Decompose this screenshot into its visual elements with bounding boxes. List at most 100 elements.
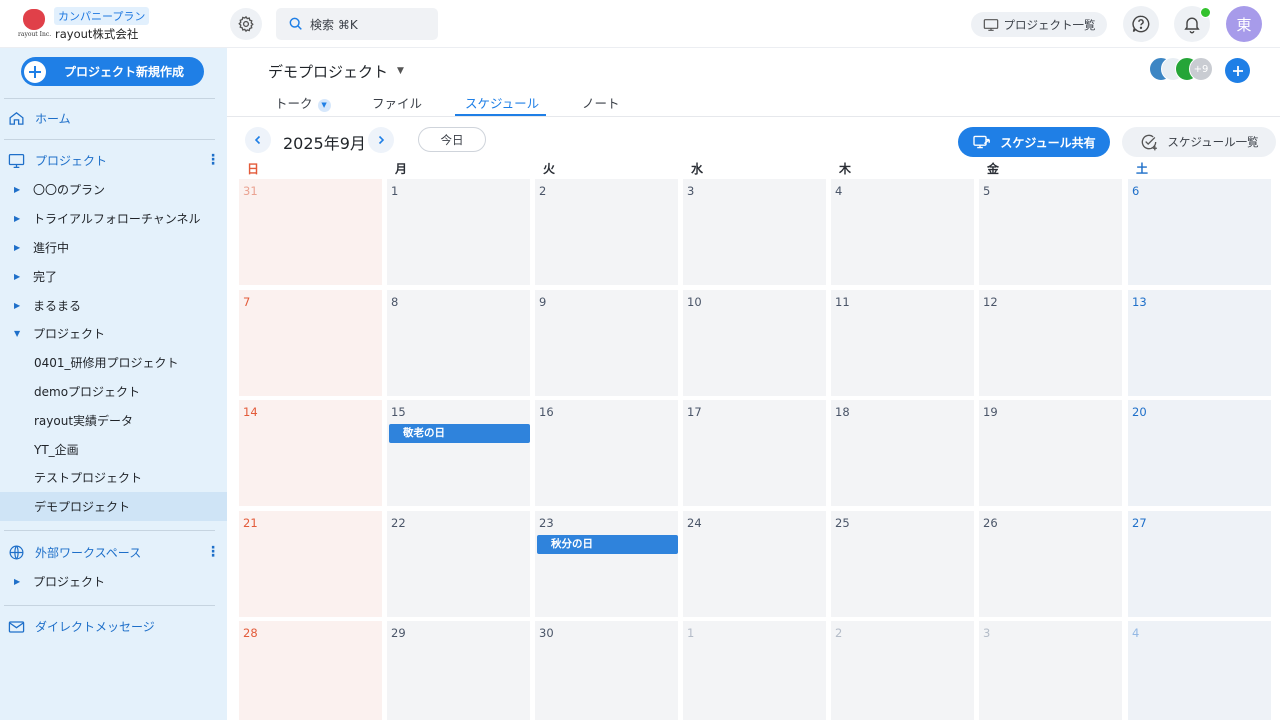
day-number: 4: [1132, 626, 1140, 640]
member-avatars[interactable]: +9: [1149, 57, 1213, 83]
day-number: 28: [243, 626, 258, 640]
project-list-button[interactable]: プロジェクト一覧: [971, 12, 1107, 37]
sidebar-project-item-selected[interactable]: デモプロジェクト: [0, 492, 227, 521]
sidebar-group[interactable]: ▶ まるまる: [0, 291, 227, 320]
sidebar-project-item[interactable]: テストプロジェクト: [0, 463, 227, 492]
new-project-label: プロジェクト新規作成: [64, 65, 185, 79]
calendar-day-cell[interactable]: 13: [1128, 290, 1271, 396]
day-number: 22: [391, 516, 406, 530]
sidebar-project-item[interactable]: 0401_研修用プロジェクト: [0, 348, 227, 377]
schedule-list-button[interactable]: スケジュール一覧: [1122, 127, 1276, 157]
sidebar-group[interactable]: ▶ 進行中: [0, 233, 227, 262]
kebab-menu-icon[interactable]: ⋮: [206, 153, 220, 167]
sidebar-project-item[interactable]: YT_企画: [0, 435, 227, 464]
calendar-day-cell[interactable]: 3: [683, 179, 826, 285]
calendar-day-cell[interactable]: 23 秋分の日: [535, 511, 678, 617]
sidebar-group[interactable]: ▶ 〇〇のプラン: [0, 175, 227, 204]
sidebar-group[interactable]: ▶ トライアルフォローチャンネル: [0, 204, 227, 233]
weekday-label: 日: [247, 162, 260, 176]
sidebar-divider: [4, 98, 215, 99]
tab-file[interactable]: ファイル: [372, 93, 422, 112]
tab-talk[interactable]: トーク ▼: [275, 93, 331, 112]
tab-schedule[interactable]: スケジュール: [465, 93, 539, 112]
new-project-button[interactable]: プロジェクト新規作成: [21, 57, 204, 86]
calendar-day-cell[interactable]: 5: [979, 179, 1122, 285]
calendar-day-cell[interactable]: 28: [239, 621, 382, 720]
plan-badge: カンパニープラン: [54, 7, 150, 25]
sidebar-item-home[interactable]: ホーム: [0, 104, 227, 133]
tab-note[interactable]: ノート: [582, 93, 620, 112]
calendar-day-cell[interactable]: 16: [535, 400, 678, 506]
monitor-icon: [8, 153, 26, 169]
calendar-day-cell[interactable]: 12: [979, 290, 1122, 396]
sidebar-project-label: 0401_研修用プロジェクト: [34, 356, 179, 370]
sidebar-group[interactable]: ▶ プロジェクト: [0, 567, 227, 596]
calendar-day-cell[interactable]: 17: [683, 400, 826, 506]
sidebar-section-projects[interactable]: プロジェクト ⋮: [0, 146, 227, 175]
caret-right-icon: ▶: [14, 301, 21, 310]
sidebar-project-label: demoプロジェクト: [34, 385, 141, 399]
calendar-day-cell[interactable]: 3: [979, 621, 1122, 720]
calendar-day-cell[interactable]: 26: [979, 511, 1122, 617]
next-month-button[interactable]: [368, 127, 394, 153]
search-box[interactable]: 検索 ⌘K: [276, 8, 438, 40]
prev-month-button[interactable]: [245, 127, 271, 153]
caret-right-icon: ▶: [14, 272, 21, 281]
calendar-day-cell[interactable]: 1: [683, 621, 826, 720]
calendar-day-cell[interactable]: 21: [239, 511, 382, 617]
calendar-day-cell[interactable]: 18: [831, 400, 974, 506]
calendar-event[interactable]: 秋分の日: [537, 535, 678, 554]
chevron-left-icon: [254, 135, 261, 145]
user-avatar[interactable]: 東: [1226, 6, 1262, 42]
calendar-event[interactable]: 敬老の日: [389, 424, 530, 443]
calendar-day-cell[interactable]: 14: [239, 400, 382, 506]
calendar-day-cell[interactable]: 20: [1128, 400, 1271, 506]
calendar-day-cell[interactable]: 2: [831, 621, 974, 720]
calendar-day-cell[interactable]: 15 敬老の日: [387, 400, 530, 506]
calendar-day-cell[interactable]: 2: [535, 179, 678, 285]
calendar-day-cell[interactable]: 4: [831, 179, 974, 285]
help-button[interactable]: [1123, 6, 1159, 42]
sidebar-project-item[interactable]: demoプロジェクト: [0, 377, 227, 406]
sidebar-group[interactable]: ▼ プロジェクト: [0, 319, 227, 348]
sidebar-project-item[interactable]: rayout実績データ: [0, 406, 227, 435]
chevron-down-icon[interactable]: ▼: [397, 66, 404, 76]
sidebar-project-label: デモプロジェクト: [34, 500, 131, 514]
today-button[interactable]: 今日: [418, 127, 486, 152]
calendar-day-cell[interactable]: 27: [1128, 511, 1271, 617]
calendar-day-cell[interactable]: 31: [239, 179, 382, 285]
day-number: 6: [1132, 184, 1140, 198]
sidebar-item-direct-message[interactable]: ダイレクトメッセージ: [0, 612, 227, 641]
sidebar-group[interactable]: ▶ 完了: [0, 262, 227, 291]
calendar-day-cell[interactable]: 7: [239, 290, 382, 396]
calendar-day-cell[interactable]: 19: [979, 400, 1122, 506]
calendar-day-cell[interactable]: 8: [387, 290, 530, 396]
add-member-button[interactable]: [1225, 58, 1250, 83]
calendar-day-cell[interactable]: 25: [831, 511, 974, 617]
schedule-share-button[interactable]: スケジュール共有: [958, 127, 1110, 157]
day-number: 27: [1132, 516, 1147, 530]
sidebar-section-external[interactable]: 外部ワークスペース ⋮: [0, 538, 227, 567]
calendar-day-cell[interactable]: 11: [831, 290, 974, 396]
calendar-day-cell[interactable]: 6: [1128, 179, 1271, 285]
company-logo[interactable]: rayout Inc.: [18, 9, 51, 39]
caret-right-icon: ▶: [14, 243, 21, 252]
calendar-day-cell[interactable]: 29: [387, 621, 530, 720]
calendar-day-cell[interactable]: 22: [387, 511, 530, 617]
calendar-day-cell[interactable]: 10: [683, 290, 826, 396]
day-number: 8: [391, 295, 399, 309]
calendar-day-cell[interactable]: 1: [387, 179, 530, 285]
project-title[interactable]: デモプロジェクト: [268, 61, 388, 82]
calendar-day-cell[interactable]: 30: [535, 621, 678, 720]
kebab-menu-icon[interactable]: ⋮: [206, 545, 220, 559]
calendar-day-cell[interactable]: 4: [1128, 621, 1271, 720]
settings-button[interactable]: [230, 8, 262, 40]
day-number: 20: [1132, 405, 1147, 419]
calendar-day-cell[interactable]: 9: [535, 290, 678, 396]
day-number: 21: [243, 516, 258, 530]
weekday-label: 土: [1136, 162, 1149, 176]
chevron-down-icon[interactable]: ▼: [317, 98, 331, 112]
calendar-day-cell[interactable]: 24: [683, 511, 826, 617]
caret-right-icon: ▶: [14, 185, 21, 194]
plus-icon: [24, 60, 46, 83]
